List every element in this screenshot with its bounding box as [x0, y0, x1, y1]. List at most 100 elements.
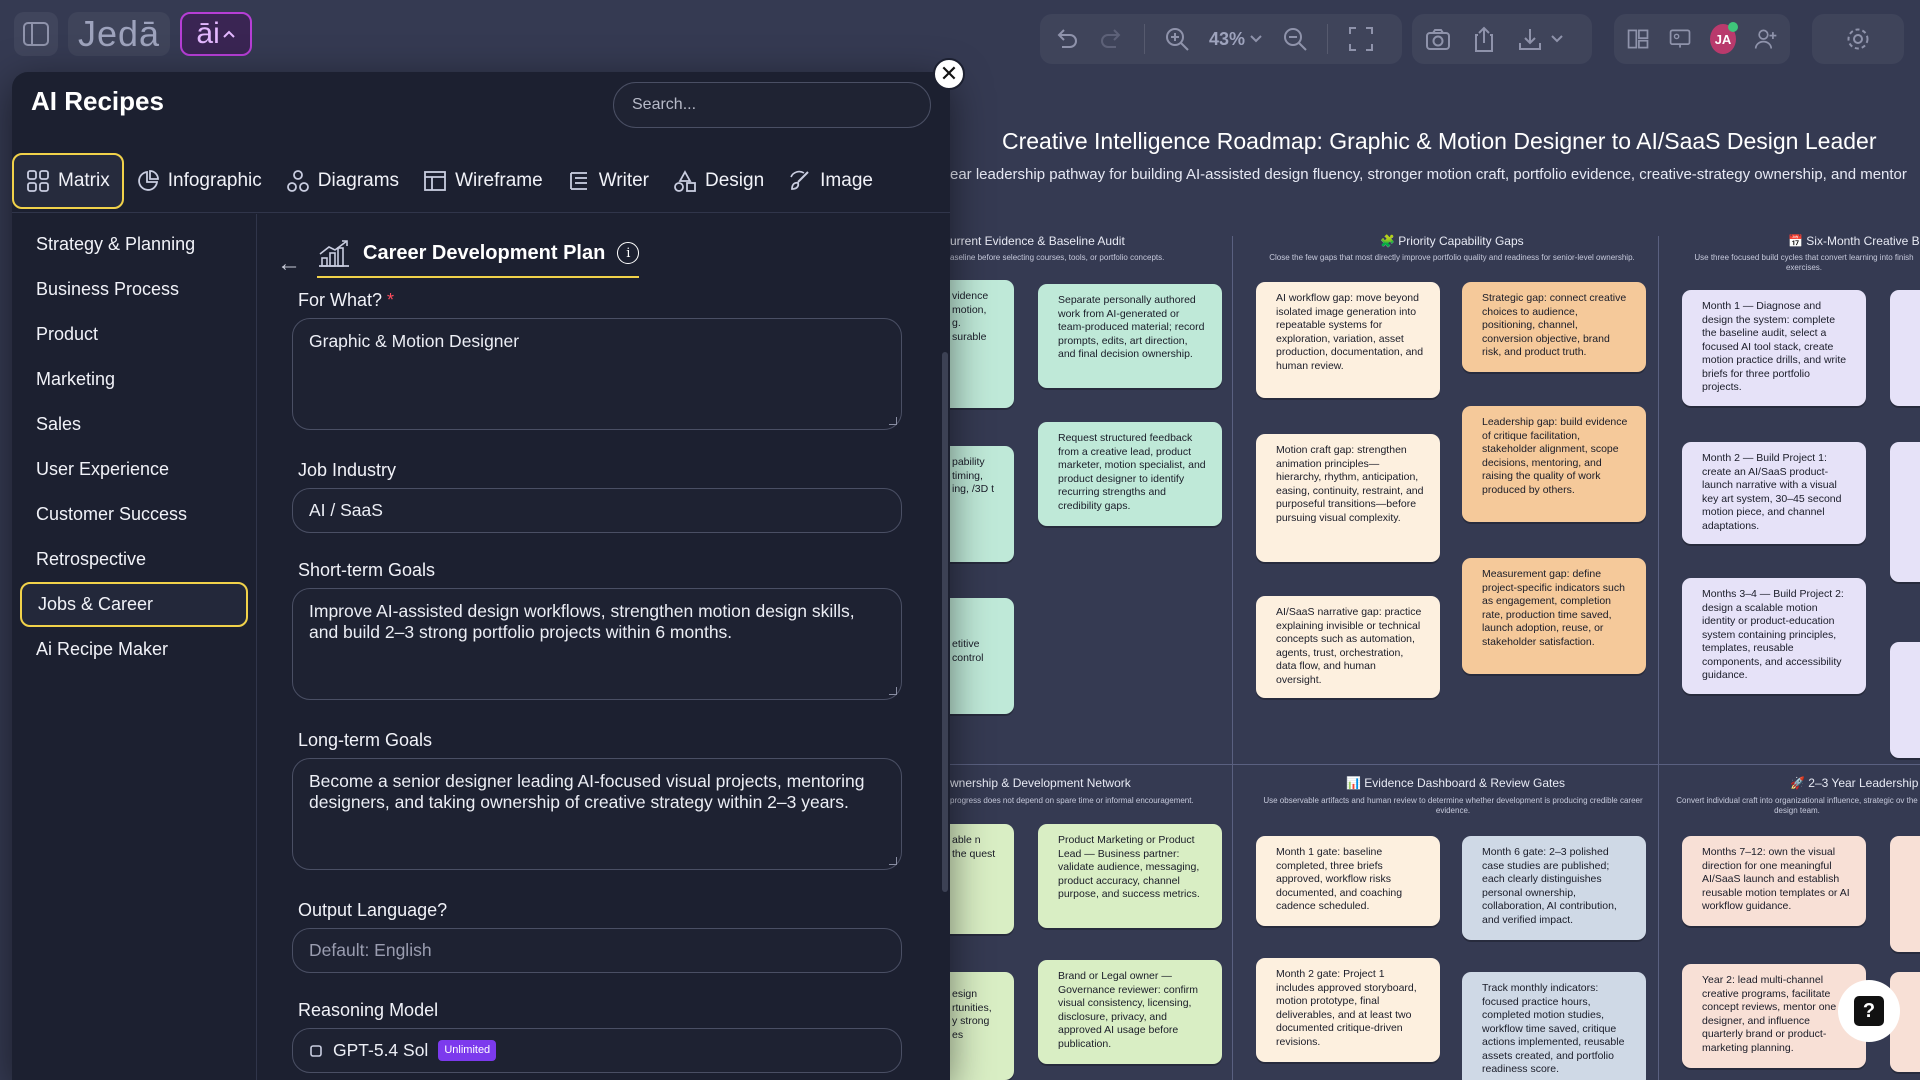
- tab-wireframe[interactable]: Wireframe: [411, 153, 555, 209]
- long-term-goals-value: Become a senior designer leading AI-focu…: [309, 771, 865, 812]
- sticky-note[interactable]: Months 7–12: own the visual direction fo…: [1682, 836, 1866, 926]
- ai-recipes-panel: AI Recipes Matrix Infographic Diagrams W…: [12, 72, 950, 1080]
- section-title-leadership: 🚀 2–3 Year Leadership: [1790, 776, 1919, 790]
- required-marker: *: [387, 290, 395, 310]
- sticky-note[interactable]: Product Marketing or Product Lead — Busi…: [1038, 824, 1222, 928]
- add-user-icon[interactable]: [1754, 25, 1778, 53]
- brand-logo[interactable]: Jedā: [68, 12, 171, 56]
- resize-handle-icon[interactable]: [889, 417, 897, 425]
- chevron-down-icon[interactable]: [1550, 34, 1564, 44]
- section-subtitle: Use three focused build cycles that conv…: [1694, 253, 1914, 272]
- sidebar-item-jobs-career[interactable]: Jobs & Career: [20, 582, 248, 627]
- tab-label: Infographic: [167, 170, 262, 191]
- sticky-note[interactable]: Motion craft gap: strengthen animation p…: [1256, 434, 1440, 562]
- layout-panels-icon[interactable]: [1626, 25, 1650, 53]
- sidebar-item-sales[interactable]: Sales: [20, 402, 248, 447]
- sticky-note[interactable]: Month 2 — Build Project 1: create an AI/…: [1682, 442, 1866, 544]
- recipe-form: ← Career Development Plan i For What? * …: [257, 214, 947, 1080]
- undo-icon[interactable]: [1052, 25, 1080, 53]
- output-language-field[interactable]: Default: English: [292, 928, 902, 973]
- close-panel-button[interactable]: ✕: [933, 58, 965, 90]
- gear-icon[interactable]: [1844, 25, 1872, 53]
- reasoning-model-label: Reasoning Model: [298, 1000, 439, 1020]
- sticky-note[interactable]: AI/SaaS narrative gap: practice explaini…: [1256, 596, 1440, 698]
- sticky-note[interactable]: Month 1 — Diagnose and design the system…: [1682, 290, 1866, 406]
- tab-writer[interactable]: Writer: [555, 153, 661, 209]
- short-term-goals-label: Short-term Goals: [298, 560, 436, 580]
- sticky-note-partial[interactable]: [1890, 836, 1920, 952]
- reasoning-model-select[interactable]: GPT-5.4 Sol Unlimited: [292, 1028, 902, 1073]
- online-status-dot: [1727, 22, 1738, 32]
- sidebar-item-customer-success[interactable]: Customer Success: [20, 492, 248, 537]
- sticky-note[interactable]: Request structured feedback from a creat…: [1038, 422, 1222, 526]
- sticky-note[interactable]: Months 3–4 — Build Project 2: design a s…: [1682, 578, 1866, 694]
- sidebar-item-strategy-planning[interactable]: Strategy & Planning: [20, 222, 248, 267]
- redo-icon[interactable]: [1098, 25, 1126, 53]
- reasoning-model-value: GPT-5.4 Sol: [333, 1040, 429, 1060]
- sidebar-item-retrospective[interactable]: Retrospective: [20, 537, 248, 582]
- tab-matrix[interactable]: Matrix: [12, 153, 124, 209]
- zoom-level[interactable]: 43%: [1209, 29, 1245, 50]
- panel-title: AI Recipes: [31, 86, 164, 116]
- sidebar-item-marketing[interactable]: Marketing: [20, 357, 248, 402]
- tab-image[interactable]: Image: [776, 153, 885, 209]
- zoom-out-icon[interactable]: [1281, 25, 1309, 53]
- tab-design[interactable]: Design: [661, 153, 776, 209]
- sticky-note-partial[interactable]: [1890, 642, 1920, 758]
- triangle-shapes-icon: [674, 170, 696, 192]
- sticky-note[interactable]: Measurement gap: define project-specific…: [1462, 558, 1646, 674]
- ai-button-label: āi: [196, 17, 220, 50]
- sticky-note[interactable]: Month 1 gate: baseline completed, three …: [1256, 836, 1440, 926]
- pie-chart-icon: [137, 170, 159, 191]
- sticky-note[interactable]: AI workflow gap: move beyond isolated im…: [1256, 282, 1440, 398]
- tab-infographic[interactable]: Infographic: [124, 153, 274, 209]
- ai-menu-button[interactable]: āi: [180, 12, 253, 56]
- wireframe-icon: [424, 171, 446, 191]
- sticky-note-partial[interactable]: [1890, 442, 1920, 582]
- section-title-capability-gaps: 🧩 Priority Capability Gaps: [1380, 234, 1524, 248]
- back-arrow-icon[interactable]: ←: [277, 250, 301, 278]
- for-what-field[interactable]: Graphic & Motion Designer: [292, 318, 902, 430]
- sidebar-toggle-button[interactable]: [14, 12, 58, 56]
- tab-diagrams[interactable]: Diagrams: [274, 153, 411, 209]
- avatar-initials: JA: [1714, 31, 1732, 47]
- long-term-goals-field[interactable]: Become a senior designer leading AI-focu…: [292, 758, 902, 870]
- short-term-goals-field[interactable]: Improve AI-assisted design workflows, st…: [292, 588, 902, 700]
- upload-icon[interactable]: [1470, 25, 1498, 53]
- recipe-title: Career Development Plan: [363, 241, 606, 264]
- sticky-note-partial[interactable]: [1890, 290, 1920, 406]
- sticky-note[interactable]: Strategic gap: connect creative choices …: [1462, 282, 1646, 372]
- sidebar-item-product[interactable]: Product: [20, 312, 248, 357]
- chevron-down-icon[interactable]: [1249, 34, 1263, 44]
- sticky-note[interactable]: Separate personally authored work from A…: [1038, 284, 1222, 388]
- help-button[interactable]: ?: [1838, 980, 1900, 1042]
- sticky-note[interactable]: Month 2 gate: Project 1 includes approve…: [1256, 958, 1440, 1062]
- sticky-note[interactable]: Track monthly indicators: focused practi…: [1462, 972, 1646, 1080]
- user-avatar[interactable]: JA: [1710, 22, 1738, 54]
- presentation-icon[interactable]: [1668, 25, 1692, 53]
- section-title-development-network: wnership & Development Network: [950, 776, 1131, 790]
- sidebar-panel-icon: [23, 22, 49, 46]
- unlimited-badge: Unlimited: [438, 1040, 497, 1061]
- resize-handle-icon[interactable]: [889, 687, 897, 695]
- resize-handle-icon[interactable]: [889, 857, 897, 865]
- sidebar-item-ai-recipe-maker[interactable]: Ai Recipe Maker: [20, 627, 248, 672]
- sidebar-item-user-experience[interactable]: User Experience: [20, 447, 248, 492]
- zoom-in-icon[interactable]: [1163, 25, 1191, 53]
- sticky-note[interactable]: Leadership gap: build evidence of critiq…: [1462, 406, 1646, 522]
- download-icon[interactable]: [1516, 25, 1544, 53]
- scrollbar[interactable]: [942, 352, 948, 892]
- job-industry-field[interactable]: AI / SaaS: [292, 488, 902, 533]
- fit-screen-icon[interactable]: [1346, 24, 1376, 54]
- category-sidebar: Strategy & Planning Business Process Pro…: [12, 214, 257, 1080]
- search-input[interactable]: [613, 82, 931, 128]
- info-icon[interactable]: i: [617, 242, 640, 264]
- tabs-divider: [12, 212, 950, 213]
- sticky-note[interactable]: Month 6 gate: 2–3 polished case studies …: [1462, 836, 1646, 940]
- camera-icon[interactable]: [1424, 25, 1452, 53]
- for-what-label: For What? *: [298, 290, 394, 311]
- for-what-label-text: For What?: [298, 290, 383, 310]
- sticky-note[interactable]: Brand or Legal owner — Governance review…: [1038, 960, 1222, 1064]
- sidebar-item-business-process[interactable]: Business Process: [20, 267, 248, 312]
- short-term-goals-value: Improve AI-assisted design workflows, st…: [309, 601, 855, 642]
